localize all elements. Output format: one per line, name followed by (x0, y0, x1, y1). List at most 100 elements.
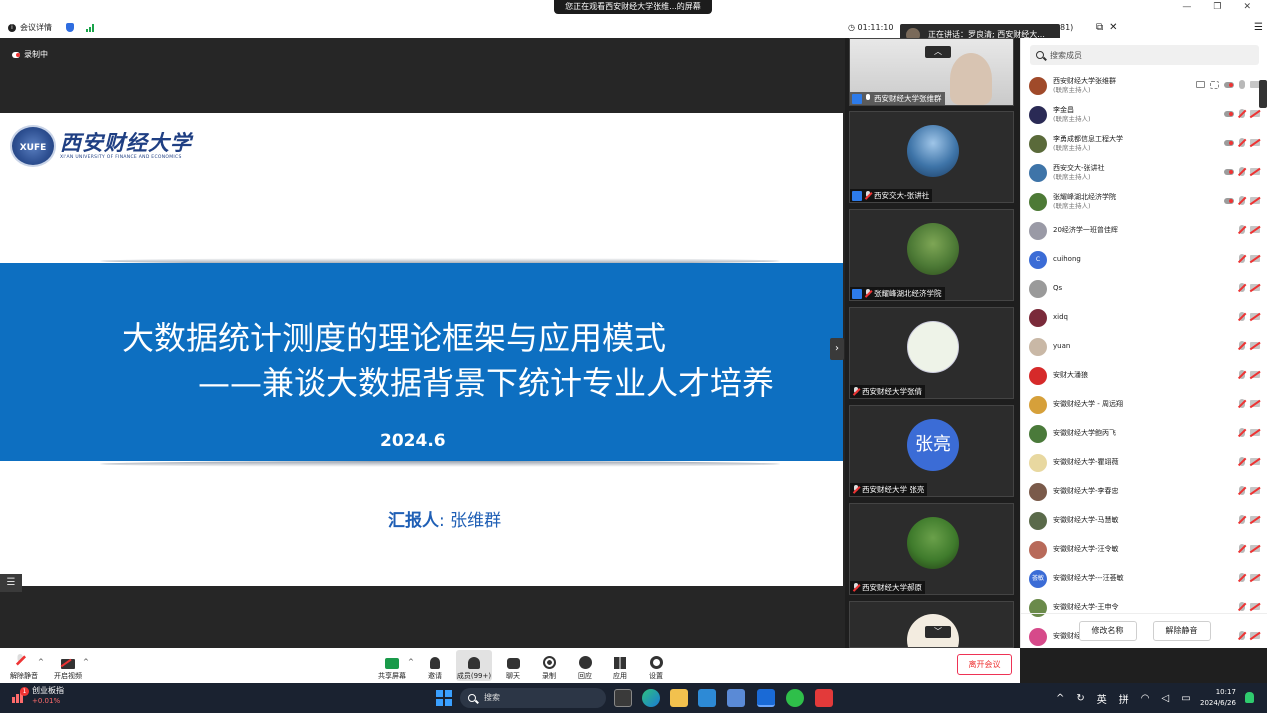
volume-muted-icon[interactable]: ◁ (1162, 693, 1170, 704)
screen-share-icon[interactable] (1196, 81, 1205, 88)
mic-muted-icon[interactable] (1239, 486, 1245, 495)
mic-muted-icon[interactable] (1239, 399, 1245, 408)
camera-off-icon[interactable] (1250, 255, 1260, 262)
wps-office-icon[interactable] (815, 689, 833, 707)
mic-muted-icon[interactable] (1239, 109, 1245, 118)
mic-muted-icon[interactable] (1239, 225, 1245, 234)
meeting-info[interactable]: i 会议详情 (8, 22, 94, 33)
chevron-up-icon[interactable]: ^ (1056, 693, 1064, 704)
mic-muted-icon[interactable] (1239, 341, 1245, 350)
list-icon[interactable]: ☰ (0, 574, 22, 592)
scroll-handle[interactable] (1259, 80, 1267, 108)
mic-muted-icon[interactable] (1239, 138, 1245, 147)
mic-muted-icon[interactable] (1239, 544, 1245, 553)
camera-off-icon[interactable] (1250, 139, 1260, 146)
member-row[interactable]: 西安财经大学张维群 (联席主持人) (1021, 71, 1267, 100)
cloud-record-icon[interactable] (1224, 197, 1234, 204)
cloud-sync-icon[interactable]: ↻ (1076, 693, 1084, 704)
member-row[interactable]: 安徽财经大学-李春忠 (1021, 477, 1267, 506)
meeting-app-icon[interactable] (757, 689, 775, 707)
camera-off-icon[interactable] (1250, 197, 1260, 204)
member-row[interactable]: 安徽财经大学-马慧敏 (1021, 506, 1267, 535)
member-row[interactable]: 西安交大-张讲社 (联席主持人) (1021, 158, 1267, 187)
leave-meeting-button[interactable]: 离开会议 (957, 654, 1012, 675)
member-row[interactable]: 李勇成都信息工程大学 (联席主持人) (1021, 129, 1267, 158)
wechat-icon[interactable] (786, 689, 804, 707)
share-screen-button[interactable]: 共享屏幕 (375, 650, 409, 681)
members-button[interactable]: 成员(99+) (456, 650, 492, 681)
member-row[interactable]: 安徽财经大学-瞿翊薇 (1021, 448, 1267, 477)
camera-off-icon[interactable] (1250, 110, 1260, 117)
battery-icon[interactable]: ▭ (1181, 693, 1190, 704)
signal-icon[interactable] (86, 23, 94, 32)
camera-off-icon[interactable] (1250, 603, 1260, 610)
mic-muted-icon[interactable] (1239, 167, 1245, 176)
notification-bell-icon[interactable] (1245, 692, 1254, 703)
member-row[interactable]: 安徽财经大学-汪令敏 (1021, 535, 1267, 564)
person-frame-icon[interactable] (1210, 80, 1219, 89)
camera-off-icon[interactable] (1250, 342, 1260, 349)
ime-mode[interactable]: 拼 (1119, 691, 1129, 706)
mic-icon[interactable] (1239, 80, 1245, 89)
member-row[interactable]: 张耀峰湖北经济学院 (联席主持人) (1021, 187, 1267, 216)
shield-icon[interactable] (66, 23, 74, 32)
camera-off-icon[interactable] (1250, 458, 1260, 465)
camera-off-icon[interactable] (1250, 516, 1260, 523)
rename-button[interactable]: 修改名称 (1078, 621, 1137, 641)
video-tile[interactable]: 西安财经大学郝原 (849, 503, 1014, 595)
photos-app-icon[interactable] (727, 689, 745, 707)
member-row[interactable]: yuan (1021, 332, 1267, 361)
camera-off-icon[interactable] (1250, 168, 1260, 175)
screen-share-banner[interactable]: 您正在观看西安财经大学张维...的屏幕 (554, 0, 712, 14)
apps-button[interactable]: 应用 (603, 650, 637, 681)
mic-muted-icon[interactable] (1239, 283, 1245, 292)
stock-widget[interactable]: 1 创业板指 +0.01% (12, 686, 64, 706)
video-tile[interactable]: 西安财经大学张倩 (849, 307, 1014, 399)
mic-muted-icon[interactable] (1239, 515, 1245, 524)
mic-muted-icon[interactable] (1239, 312, 1245, 321)
chat-button[interactable]: 聊天 (496, 650, 530, 681)
camera-off-icon[interactable] (1250, 429, 1260, 436)
camera-off-icon[interactable] (1250, 574, 1260, 581)
member-row[interactable]: 荟敏 安徽财经大学---汪荟敏 (1021, 564, 1267, 593)
video-tile[interactable]: ︿ 西安财经大学张维群 (849, 38, 1014, 106)
camera-off-icon[interactable] (1250, 545, 1260, 552)
mic-muted-icon[interactable] (1239, 602, 1245, 611)
mic-muted-icon[interactable] (1239, 196, 1245, 205)
member-row[interactable]: Ccuihong (1021, 245, 1267, 274)
camera-off-icon[interactable] (1250, 487, 1260, 494)
invite-button[interactable]: 邀请 (418, 650, 452, 681)
chevron-up-icon[interactable]: ︿ (925, 46, 951, 58)
mic-muted-icon[interactable] (1239, 370, 1245, 379)
camera-off-icon[interactable] (1250, 400, 1260, 407)
video-tile[interactable]: 张亮 西安财经大学 张亮 (849, 405, 1014, 497)
mic-muted-icon[interactable] (1239, 254, 1245, 263)
edge-browser-icon[interactable] (642, 689, 660, 707)
mic-muted-icon[interactable] (1239, 457, 1245, 466)
member-row[interactable]: 20经济学一班曾佳辉 (1021, 216, 1267, 245)
camera-off-icon[interactable] (1250, 313, 1260, 320)
close-icon[interactable]: ✕ (1109, 22, 1117, 33)
unmute-button[interactable]: 解除静音 (7, 650, 41, 681)
windows-start-icon[interactable] (436, 690, 452, 706)
restore-icon[interactable]: ❐ (1213, 2, 1221, 12)
camera-off-icon[interactable] (1250, 371, 1260, 378)
file-explorer-icon[interactable] (670, 689, 688, 707)
monitor-app-icon[interactable] (698, 689, 716, 707)
video-tile[interactable]: ﹀ (849, 601, 1014, 648)
system-clock[interactable]: 10:17 2024/6/26 (1200, 687, 1236, 709)
member-row[interactable]: Qs (1021, 274, 1267, 303)
minimize-icon[interactable]: — (1182, 2, 1191, 12)
chevron-down-icon[interactable]: ﹀ (925, 626, 951, 638)
member-row[interactable]: 安财大潘狼 (1021, 361, 1267, 390)
member-row[interactable]: 李金昌 (联席主持人) (1021, 100, 1267, 129)
unmute-all-button[interactable]: 解除静音 (1152, 621, 1211, 641)
cloud-record-icon[interactable] (1224, 81, 1234, 88)
popout-icon[interactable]: ⧉ (1096, 22, 1103, 33)
menu-icon[interactable]: ☰ (1254, 22, 1263, 33)
taskbar-search[interactable]: 搜索 (460, 688, 606, 708)
cloud-record-icon[interactable] (1224, 139, 1234, 146)
cloud-record-icon[interactable] (1224, 168, 1234, 175)
mic-muted-icon[interactable] (1239, 428, 1245, 437)
member-row[interactable]: 安徽财经大学 - 周远翔 (1021, 390, 1267, 419)
